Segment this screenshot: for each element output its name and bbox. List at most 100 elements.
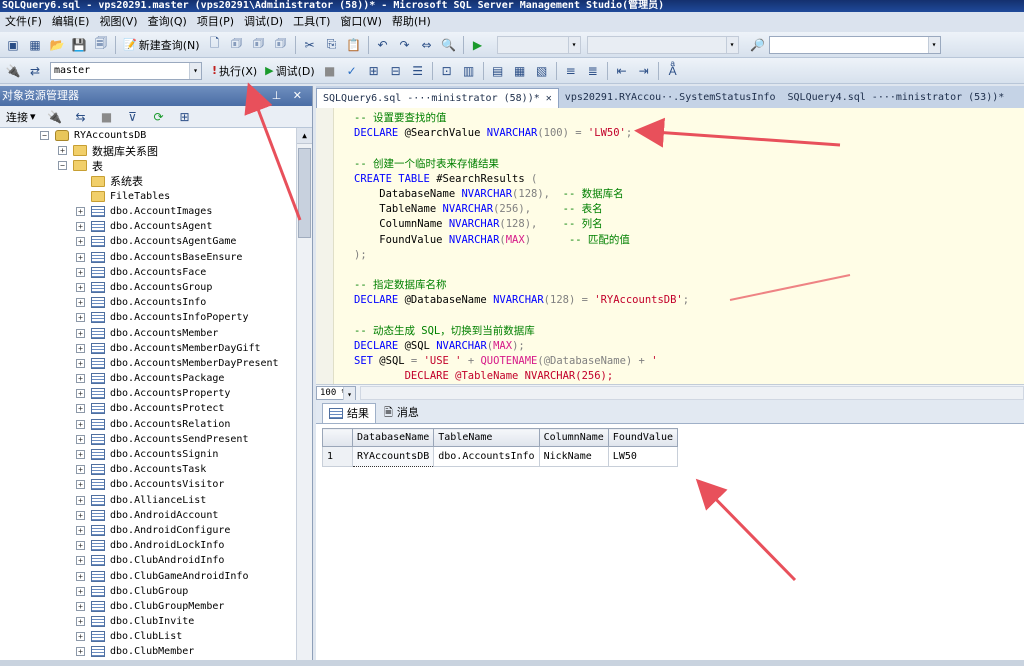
expand-icon[interactable]: + [76, 601, 85, 611]
grid-column-header[interactable]: ColumnName [538, 428, 609, 447]
expand-icon[interactable]: + [76, 222, 85, 232]
scroll-up-icon[interactable]: ▲ [297, 128, 312, 144]
tab-results[interactable]: 结果 [322, 403, 376, 423]
specify-values-icon[interactable]: Aͣ [664, 62, 682, 80]
intellisense-icon[interactable]: ☰ [409, 62, 427, 80]
expand-icon[interactable]: + [76, 495, 85, 505]
comment-out-icon[interactable]: ≡ [562, 62, 580, 80]
tree-node[interactable]: + dbo.AllianceList [0, 493, 312, 508]
document-tab[interactable]: SQLQuery6.sql -···ministrator (58))* ✕ [316, 88, 559, 108]
new-project-icon[interactable]: ▣ [4, 36, 22, 54]
solution-platform-combo[interactable]: ▾ [586, 35, 739, 54]
expand-icon[interactable]: + [76, 525, 85, 535]
tree-node[interactable]: + dbo.AccountsAgent [0, 219, 312, 234]
results-to-text-icon[interactable]: ▤ [489, 62, 507, 80]
collapse-icon[interactable]: − [58, 161, 67, 171]
menu-item[interactable]: 工具(T) [288, 12, 335, 32]
tree-node[interactable]: + dbo.ClubMember [0, 644, 312, 659]
expand-icon[interactable]: + [76, 465, 85, 475]
grid-cell[interactable]: dbo.AccountsInfo [433, 446, 540, 467]
query-options-icon[interactable]: ⊟ [387, 62, 405, 80]
connect-icon[interactable]: 🔌 [4, 62, 22, 80]
row-number[interactable]: 1 [322, 446, 353, 467]
grid-corner[interactable] [322, 428, 353, 447]
include-plan-icon[interactable]: ⊡ [438, 62, 456, 80]
grid-cell[interactable]: NickName [538, 446, 609, 467]
dmx-query-icon[interactable]: 🗊 [250, 36, 268, 54]
expand-icon[interactable]: + [76, 556, 85, 566]
uncomment-icon[interactable]: ≣ [584, 62, 602, 80]
open-file-icon[interactable]: 📂 [48, 36, 66, 54]
copy-icon[interactable]: ⎘ [323, 36, 341, 54]
tree-node[interactable]: + 数据库关系图 [0, 143, 312, 158]
tree-node[interactable]: + dbo.AccountsInfoPoperty [0, 310, 312, 325]
analysis-query-icon[interactable]: 🗊 [228, 36, 246, 54]
horizontal-scrollbar[interactable] [360, 385, 1024, 400]
tree-node[interactable]: − 表 [0, 158, 312, 173]
expand-icon[interactable]: + [76, 541, 85, 551]
decrease-indent-icon[interactable]: ⇤ [613, 62, 631, 80]
document-tab[interactable]: SQLQuery4.sql -···ministrator (53))* [782, 88, 1011, 108]
tree-node[interactable]: + dbo.AccountImages [0, 204, 312, 219]
tree-node[interactable]: − RYAccountsDB [0, 128, 312, 143]
connect-button[interactable]: 连接 ▾ [6, 109, 36, 125]
expand-icon[interactable]: + [76, 313, 85, 323]
grid-cell[interactable]: LW50 [607, 446, 679, 467]
expand-icon[interactable]: + [76, 510, 85, 520]
cut-icon[interactable]: ✂ [301, 36, 319, 54]
save-icon[interactable]: 💾 [70, 36, 88, 54]
tree-node[interactable]: + dbo.AccountsMemberDayPresent [0, 356, 312, 371]
results-to-file-icon[interactable]: ▧ [533, 62, 551, 80]
expand-icon[interactable]: + [76, 374, 85, 384]
expand-icon[interactable]: + [76, 480, 85, 490]
menu-item[interactable]: 调试(D) [239, 12, 288, 32]
tree-node[interactable]: + dbo.AndroidConfigure [0, 523, 312, 538]
close-icon[interactable]: ✕ [540, 93, 552, 104]
navigate-icon[interactable]: ⇔ [418, 36, 436, 54]
tree-node[interactable]: + dbo.ClubGroup [0, 584, 312, 599]
tab-messages[interactable]: 🗎 消息 [378, 403, 425, 423]
save-all-icon[interactable]: 🗐 [92, 36, 110, 54]
expand-icon[interactable]: + [76, 207, 85, 217]
grid-column-header[interactable]: FoundValue [607, 428, 679, 447]
expand-icon[interactable]: + [76, 267, 85, 277]
expand-icon[interactable]: + [76, 282, 85, 292]
expand-icon[interactable]: + [76, 632, 85, 642]
tree-node[interactable]: + dbo.AccountsMemberDayGift [0, 341, 312, 356]
execute-button[interactable]: ! 执行(X) [212, 63, 257, 79]
tree-node[interactable]: + dbo.AccountsFace [0, 265, 312, 280]
expand-icon[interactable]: + [76, 647, 85, 657]
expand-icon[interactable]: + [76, 343, 85, 353]
zoom-selector[interactable]: 100 % ▾ [316, 385, 356, 403]
tree-node[interactable]: + dbo.AccountsProperty [0, 386, 312, 401]
tree-node[interactable]: + dbo.AndroidLockInfo [0, 538, 312, 553]
tree-node[interactable]: + dbo.ClubGroupMember [0, 599, 312, 614]
expand-icon[interactable]: + [58, 146, 67, 156]
grid-cell[interactable]: RYAccountsDB [351, 446, 435, 467]
tree-node[interactable]: + dbo.AccountsGroup [0, 280, 312, 295]
search-icon[interactable]: 🔎 [749, 36, 767, 54]
expand-icon[interactable]: + [76, 571, 85, 581]
menu-item[interactable]: 编辑(E) [47, 12, 95, 32]
menu-item[interactable]: 文件(F) [0, 12, 47, 32]
expand-icon[interactable]: + [76, 617, 85, 627]
tree-node[interactable]: + dbo.AccountsBaseEnsure [0, 250, 312, 265]
expand-icon[interactable]: + [76, 450, 85, 460]
menu-item[interactable]: 帮助(H) [387, 12, 436, 32]
tree-node[interactable]: + dbo.AccountsRelation [0, 417, 312, 432]
search-combo[interactable]: ▾ [768, 35, 941, 54]
stop-icon[interactable]: ■ [98, 108, 116, 126]
display-plan-icon[interactable]: ⊞ [365, 62, 383, 80]
query-editor[interactable]: -- 设置要查找的值 DECLARE @SearchValue NVARCHAR(… [316, 108, 1024, 384]
increase-indent-icon[interactable]: ⇥ [635, 62, 653, 80]
code-content[interactable]: -- 设置要查找的值 DECLARE @SearchValue NVARCHAR(… [354, 111, 689, 384]
menu-item[interactable]: 窗口(W) [335, 12, 386, 32]
solution-config-combo[interactable]: ▾ [496, 35, 581, 54]
database-engine-query-icon[interactable]: 🗋 [206, 36, 224, 54]
tree-node[interactable]: + dbo.AccountsMember [0, 325, 312, 340]
start-debug-icon[interactable]: ▶ [469, 36, 487, 54]
expand-icon[interactable]: + [76, 434, 85, 444]
tree-node[interactable]: + dbo.AccountsPackage [0, 371, 312, 386]
menu-item[interactable]: 视图(V) [94, 12, 142, 32]
debug-button[interactable]: ▶ 调试(D) [265, 63, 315, 79]
